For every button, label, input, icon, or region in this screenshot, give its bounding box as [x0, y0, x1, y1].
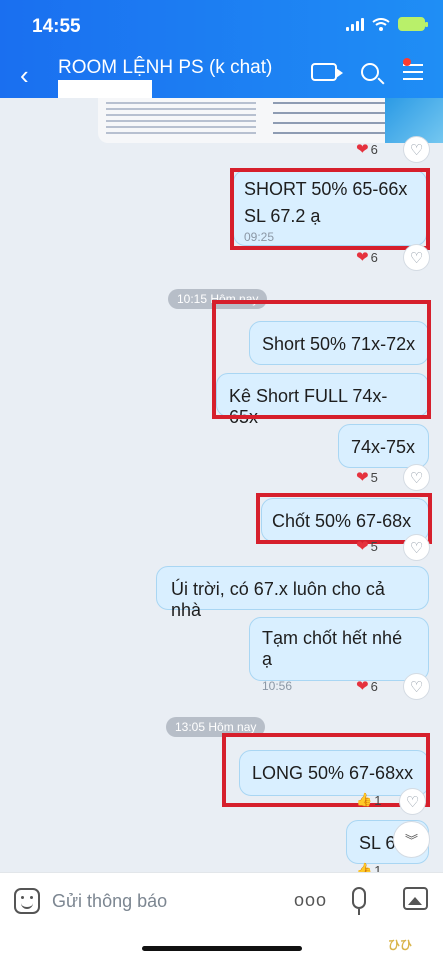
battery-icon [398, 17, 428, 31]
like-button[interactable]: ♡ [403, 534, 430, 561]
microphone-icon[interactable] [352, 887, 366, 915]
wifi-icon [372, 17, 390, 31]
heart-icon: ❤ [356, 141, 369, 158]
home-indicator [142, 946, 302, 951]
reaction-count: ❤ 6 [356, 249, 378, 266]
like-button[interactable]: ♡ [403, 136, 430, 163]
message-text: Úi trời, có 67.x luôn cho cả nhà [171, 579, 385, 620]
document-image-message[interactable] [98, 98, 443, 143]
watermark: ひひ [388, 938, 413, 952]
message-input[interactable] [52, 888, 252, 914]
redacted-subtitle [58, 80, 152, 98]
message-time: 10:56 [262, 679, 293, 693]
status-icons [346, 17, 428, 31]
message-text: 74x-75x [351, 437, 416, 457]
highlight-box [222, 733, 430, 807]
more-options-icon[interactable]: ooo [294, 890, 327, 911]
message-bubble[interactable]: Tạm chốt hết nhé ạ 10:56 [249, 617, 429, 693]
highlight-box [212, 300, 431, 419]
message-text: Tạm chốt hết nhé ạ [262, 628, 403, 669]
thumbs-up-icon: 👍 [356, 792, 373, 807]
like-button[interactable]: ♡ [403, 244, 430, 271]
chat-title[interactable]: ROOM LỆNH PS (k chat) [58, 57, 272, 79]
message-bubble[interactable]: 74x-75x [338, 424, 429, 468]
reaction-count: ❤ 5 [356, 538, 378, 555]
reaction-count: ❤ 5 [356, 469, 378, 486]
message-bubble[interactable]: Úi trời, có 67.x luôn cho cả nhà [156, 566, 429, 620]
image-icon[interactable] [403, 887, 428, 910]
like-button[interactable]: ♡ [403, 673, 430, 700]
search-icon[interactable] [361, 63, 379, 81]
highlight-box [256, 493, 432, 544]
signal-icon [346, 17, 364, 31]
menu-icon[interactable] [403, 58, 423, 80]
reaction-count: 👍 1 [356, 792, 382, 808]
video-call-icon[interactable] [311, 63, 343, 81]
heart-icon: ❤ [356, 249, 369, 266]
heart-icon: ❤ [356, 469, 369, 486]
heart-icon: ❤ [356, 678, 369, 695]
like-button[interactable]: ♡ [403, 464, 430, 491]
scroll-down-button[interactable]: ︾ [393, 821, 430, 858]
reaction-count: ❤ 6 [356, 141, 378, 158]
heart-icon: ❤ [356, 538, 369, 555]
like-button[interactable]: ♡ [399, 788, 426, 815]
emoji-icon[interactable] [14, 888, 40, 914]
back-button[interactable]: ‹ [20, 62, 29, 88]
status-time: 14:55 [32, 16, 81, 37]
highlight-box [230, 168, 430, 250]
reaction-count: ❤ 6 [356, 678, 378, 695]
chat-header: 14:55 ‹ ROOM LỆNH PS (k chat) [0, 0, 443, 98]
